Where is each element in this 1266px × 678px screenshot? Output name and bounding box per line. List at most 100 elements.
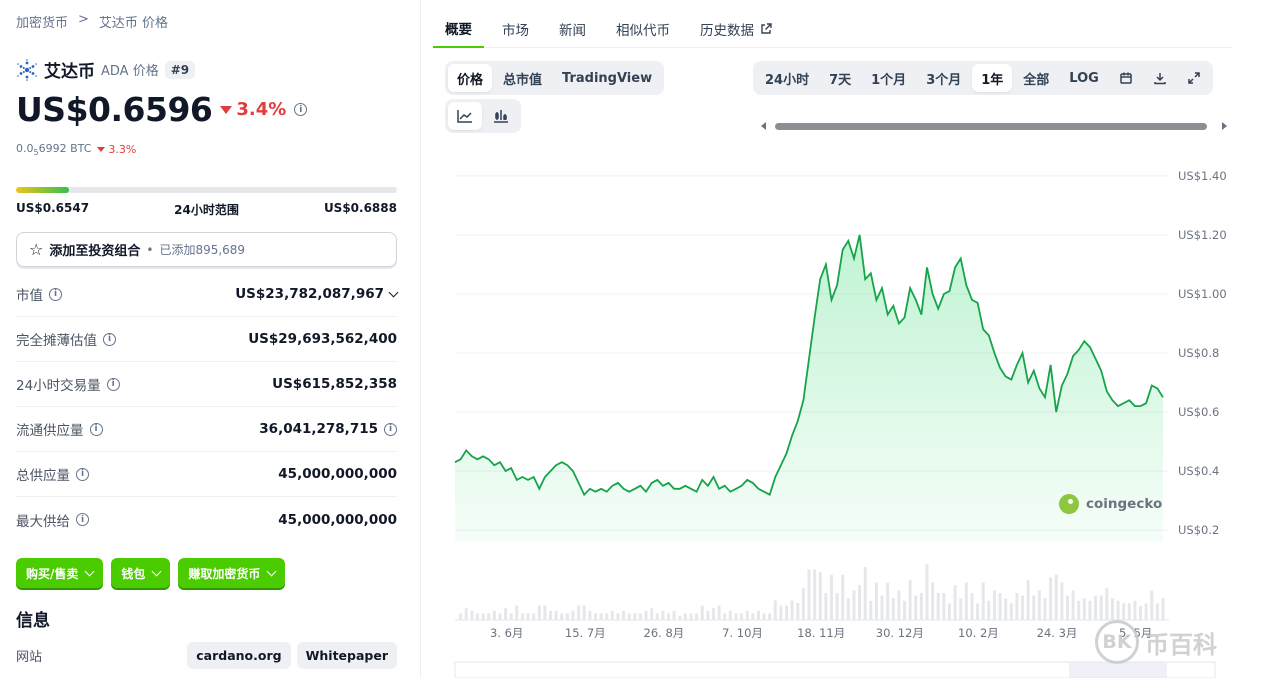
stat-24h-volume: 24小时交易量 i US$615,852,358 <box>16 362 397 407</box>
buy-sell-button[interactable]: 购买/售卖 <box>16 558 104 588</box>
chevron-down-icon <box>266 566 277 576</box>
scroll-left-icon[interactable] <box>761 122 766 130</box>
volume-bar <box>549 610 553 620</box>
volume-bar <box>689 613 693 620</box>
volume-bar <box>1155 603 1159 620</box>
volume-bar <box>841 574 845 620</box>
x-tick-label: 7. 10月 <box>722 626 763 640</box>
volume-bar <box>498 613 502 620</box>
24h-range-fill <box>16 187 70 193</box>
info-icon[interactable]: i <box>103 332 116 346</box>
tab-overview[interactable]: 概要 <box>433 10 484 48</box>
coin-name: 艾达币 <box>44 62 95 82</box>
scrollbar-thumb[interactable] <box>775 123 1207 130</box>
scroll-right-icon[interactable] <box>1222 122 1227 130</box>
breadcrumb-current: 艾达币 价格 <box>98 16 169 31</box>
stat-market-cap: 市值 i US$23,782,087,967 <box>16 272 399 317</box>
volume-bar <box>919 593 923 620</box>
volume-bar <box>532 613 536 620</box>
tab-markets[interactable]: 市场 <box>502 10 529 48</box>
btc-price-row: 0.056992 BTC 3.3% <box>16 142 136 157</box>
volume-bar <box>964 582 968 620</box>
chevron-down-icon[interactable] <box>388 287 399 297</box>
volume-bar <box>891 598 895 620</box>
volume-bar <box>976 603 980 620</box>
volume-bar <box>745 610 749 620</box>
earn-crypto-button[interactable]: 赚取加密货币 <box>178 558 286 588</box>
breadcrumb-root[interactable]: 加密货币 <box>16 12 68 31</box>
range-all[interactable]: 全部 <box>1014 64 1058 92</box>
info-icon[interactable]: i <box>76 513 89 526</box>
chart-panel: 概要 市场 新闻 相似代币 历史数据 价格 总市值 TradingView 24… <box>420 0 1266 678</box>
down-triangle-icon <box>220 105 233 114</box>
volume-bar <box>723 613 727 620</box>
info-icon[interactable]: i <box>76 467 89 481</box>
website-link[interactable]: cardano.org <box>187 642 291 669</box>
rank-badge: #9 <box>164 60 196 79</box>
whitepaper-link[interactable]: Whitepaper <box>296 642 397 669</box>
fullscreen-icon[interactable] <box>1178 64 1210 92</box>
volume-bar <box>796 603 800 620</box>
chart-type-market-cap[interactable]: 总市值 <box>494 64 551 92</box>
volume-bar <box>1144 603 1148 620</box>
range-1y[interactable]: 1年 <box>972 64 1013 92</box>
info-icon[interactable]: i <box>294 103 308 116</box>
volume-bar <box>571 610 575 620</box>
gecko-icon <box>1059 494 1079 514</box>
price-chart[interactable]: US$0.2 US$0.4 US$0.6 US$0.8 US$1.00 US$1.20 US… <box>421 150 1266 678</box>
down-triangle-icon <box>97 147 106 153</box>
24h-range-labels: US$0.6547 24小时范围 US$0.6888 <box>16 201 397 218</box>
chart-range-scrollbar[interactable] <box>761 120 1227 132</box>
price-change-value: 3.4% <box>236 99 287 120</box>
volume-bar <box>526 613 530 620</box>
coin-summary-panel: 加密货币 > 艾达币 价格 艾达币 ADA 价格 #9 US$0.6596 3.… <box>0 0 420 678</box>
coin-symbol: ADA 价格 <box>101 64 159 79</box>
info-icon[interactable]: i <box>384 422 397 436</box>
volume-bar <box>981 582 985 620</box>
volume-bar <box>487 613 491 620</box>
add-to-portfolio-button[interactable]: ☆ 添加至投资组合 • 已添加895,689 <box>16 232 397 267</box>
range-1m[interactable]: 1个月 <box>862 64 915 92</box>
volume-bar <box>588 610 592 620</box>
chart-type-price[interactable]: 价格 <box>448 64 493 92</box>
chevron-down-icon <box>84 566 95 576</box>
stat-value: US$29,693,562,400 <box>248 331 397 347</box>
volume-bar <box>970 593 974 620</box>
line-chart-icon[interactable] <box>448 102 482 130</box>
calendar-icon[interactable] <box>1110 64 1142 92</box>
volume-bar <box>650 608 654 620</box>
volume-bar <box>1015 593 1019 620</box>
btc-change: 3.3% <box>97 143 136 156</box>
btc-change-value: 3.3% <box>108 143 137 157</box>
volume-bar <box>1026 580 1030 620</box>
info-icon[interactable]: i <box>89 422 103 436</box>
stat-value: 45,000,000,000 <box>278 511 397 528</box>
wallet-button[interactable]: 钱包 <box>111 558 171 588</box>
volume-bar <box>672 610 676 620</box>
range-24h[interactable]: 24小时 <box>756 64 818 92</box>
chart-type-tradingview[interactable]: TradingView <box>553 64 661 92</box>
coingecko-brand: coingecko <box>1086 496 1163 512</box>
volume-bar <box>807 569 811 620</box>
info-icon[interactable]: i <box>49 287 62 301</box>
log-toggle[interactable]: LOG <box>1060 64 1108 92</box>
chart-type-switch: 价格 总市值 TradingView <box>445 61 665 95</box>
volume-bar <box>869 600 873 620</box>
tab-similar-coins[interactable]: 相似代币 <box>616 10 670 48</box>
candlestick-chart-icon[interactable] <box>484 102 518 130</box>
navigator-selection[interactable] <box>1069 662 1167 678</box>
volume-bar <box>874 582 878 620</box>
tab-news[interactable]: 新闻 <box>559 10 586 48</box>
info-icon[interactable]: i <box>106 377 120 391</box>
range-3m[interactable]: 3个月 <box>917 64 970 92</box>
range-7d[interactable]: 7天 <box>820 64 860 92</box>
btc-price: 0.056992 BTC <box>16 142 91 157</box>
download-icon[interactable] <box>1144 64 1176 92</box>
range-label: 24小时范围 <box>174 203 239 217</box>
volume-bar <box>987 600 991 620</box>
volume-bar <box>880 595 884 620</box>
volume-bar <box>565 613 569 620</box>
y-tick-label: US$0.8 <box>1178 346 1219 360</box>
tab-historical-data[interactable]: 历史数据 <box>700 10 772 48</box>
volume-bar <box>852 590 856 620</box>
